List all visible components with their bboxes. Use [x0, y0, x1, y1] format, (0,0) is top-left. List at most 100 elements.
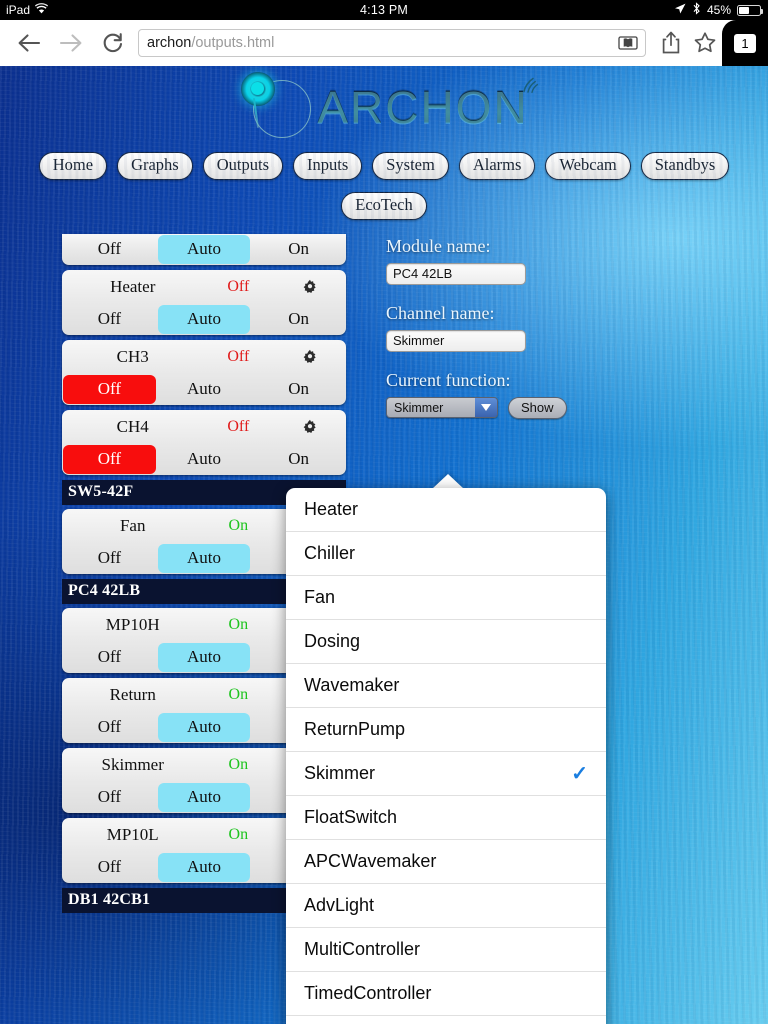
output-name: Fan — [119, 515, 146, 535]
main-nav-row-1: Home Graphs Outputs Inputs System Alarms… — [0, 148, 768, 180]
segment-off[interactable]: Off — [63, 305, 156, 334]
dropdown-option-mlc[interactable]: MLC — [286, 1016, 606, 1024]
option-label: Dosing — [304, 631, 361, 651]
segment-auto[interactable]: Auto — [157, 543, 251, 573]
current-function-select[interactable]: Skimmer — [386, 397, 498, 419]
segment-auto[interactable]: Auto — [158, 445, 251, 474]
channel-name-label: Channel name: — [386, 302, 495, 323]
dropdown-option-multicontroller[interactable]: MultiController — [286, 928, 606, 972]
show-button[interactable]: Show — [508, 396, 567, 419]
output-state: Off — [227, 277, 250, 295]
dropdown-option-dosing[interactable]: Dosing — [286, 620, 606, 664]
output-header: Heater Off — [62, 270, 346, 304]
module-name-input[interactable] — [386, 262, 526, 285]
nav-item-inputs[interactable]: Inputs — [293, 152, 363, 180]
reload-button[interactable] — [92, 24, 134, 62]
segment-off[interactable]: Off — [63, 643, 156, 672]
dropdown-option-returnpump[interactable]: ReturnPump — [286, 708, 606, 752]
output-settings-button[interactable] — [283, 349, 336, 365]
dropdown-option-floatswitch[interactable]: FloatSwitch — [286, 796, 606, 840]
segment-auto[interactable]: Auto — [158, 375, 251, 404]
wifi-signal-icon — [521, 74, 543, 94]
nav-item-alarms[interactable]: Alarms — [458, 152, 536, 180]
option-label: FloatSwitch — [304, 807, 398, 827]
web-page: ARCHON Home Graphs Outputs Inputs System… — [0, 66, 768, 1024]
segmented-control: Off Auto On — [62, 374, 346, 405]
segment-auto[interactable]: Auto — [157, 304, 251, 334]
option-label: Skimmer — [304, 763, 375, 783]
nav-item-system[interactable]: System — [372, 152, 449, 180]
module-name-label: Module name: — [386, 235, 491, 256]
output-settings-button[interactable] — [283, 419, 336, 435]
back-button[interactable] — [8, 24, 50, 62]
segmented-control: Off Auto On — [62, 234, 346, 265]
function-dropdown-popover: Heater Chiller Fan Dosing Wavemaker Retu… — [286, 488, 606, 1024]
segment-off[interactable]: Off — [63, 853, 156, 882]
segment-on[interactable]: On — [252, 445, 345, 474]
dropdown-option-timedcontroller[interactable]: TimedController — [286, 972, 606, 1016]
output-settings-button[interactable] — [283, 279, 336, 295]
address-bar[interactable]: archon /outputs.html — [138, 29, 646, 57]
output-name: CH3 — [116, 346, 149, 366]
segment-off[interactable]: Off — [63, 235, 156, 264]
output-state: On — [228, 615, 249, 633]
dropdown-option-fan[interactable]: Fan — [286, 576, 606, 620]
battery-icon — [737, 4, 763, 16]
segment-off[interactable]: Off — [63, 374, 156, 404]
output-state: On — [228, 685, 249, 703]
nav-item-webcam[interactable]: Webcam — [545, 152, 631, 180]
share-button[interactable] — [654, 24, 688, 62]
output-state: On — [228, 755, 249, 773]
segment-auto[interactable]: Auto — [157, 782, 251, 812]
option-label: APCWavemaker — [304, 851, 437, 871]
clock: 4:13 PM — [360, 3, 408, 17]
output-name: CH4 — [116, 416, 149, 436]
checkmark-icon: ✓ — [571, 763, 588, 785]
tab-count-label: 1 — [734, 33, 756, 53]
dropdown-option-skimmer[interactable]: Skimmer ✓ — [286, 752, 606, 796]
nav-item-ecotech[interactable]: EcoTech — [341, 191, 427, 220]
reader-view-icon[interactable] — [616, 33, 640, 53]
dropdown-option-advlight[interactable]: AdvLight — [286, 884, 606, 928]
segment-on[interactable]: On — [252, 375, 345, 404]
forward-button[interactable] — [50, 24, 92, 62]
output-card-heater: Heater Off Off Auto On — [62, 269, 346, 335]
channel-name-input[interactable] — [386, 329, 526, 352]
segment-on[interactable]: On — [252, 235, 345, 264]
dropdown-option-wavemaker[interactable]: Wavemaker — [286, 664, 606, 708]
segment-on[interactable]: On — [252, 305, 345, 334]
nav-item-standbys[interactable]: Standbys — [640, 152, 730, 180]
output-state: Off — [227, 347, 250, 365]
option-label: Heater — [304, 499, 359, 519]
option-label: TimedController — [304, 983, 432, 1003]
segment-off[interactable]: Off — [63, 713, 156, 742]
nav-item-graphs[interactable]: Graphs — [117, 152, 193, 180]
output-name: Return — [109, 684, 156, 704]
option-label: Chiller — [304, 543, 356, 563]
segment-auto[interactable]: Auto — [157, 712, 251, 742]
chevron-down-icon[interactable] — [475, 398, 497, 418]
dropdown-option-chiller[interactable]: Chiller — [286, 532, 606, 576]
segment-off[interactable]: Off — [63, 544, 156, 573]
dropdown-option-apcwavemaker[interactable]: APCWavemaker — [286, 840, 606, 884]
url-host: archon — [147, 35, 192, 51]
url-path: /outputs.html — [191, 35, 275, 51]
nav-item-home[interactable]: Home — [38, 152, 108, 180]
segment-auto[interactable]: Auto — [157, 234, 251, 264]
output-state: On — [228, 825, 249, 843]
segment-auto[interactable]: Auto — [157, 642, 251, 672]
current-function-label: Current function: — [386, 369, 511, 390]
popover-arrow — [432, 474, 464, 489]
archon-logo-mark — [239, 72, 317, 142]
segment-off[interactable]: Off — [63, 444, 156, 474]
nav-item-outputs[interactable]: Outputs — [202, 152, 283, 180]
tab-count-button[interactable]: 1 — [722, 20, 768, 66]
bookmark-star-button[interactable] — [688, 24, 722, 62]
site-title: ARCHON — [317, 81, 529, 133]
segment-auto[interactable]: Auto — [157, 852, 251, 882]
option-label: ReturnPump — [304, 719, 406, 739]
gear-icon — [303, 419, 316, 433]
segment-off[interactable]: Off — [63, 783, 156, 812]
site-logo: ARCHON — [0, 66, 768, 148]
dropdown-option-heater[interactable]: Heater — [286, 488, 606, 532]
